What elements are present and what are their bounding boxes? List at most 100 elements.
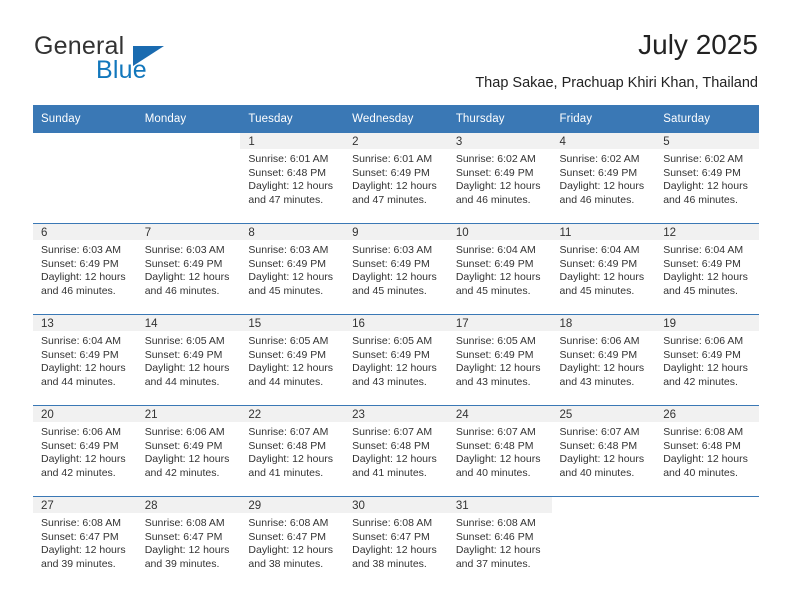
page-subtitle: Thap Sakae, Prachuap Khiri Khan, Thailan…: [475, 75, 758, 91]
sunrise-text: Sunrise: 6:07 AM: [455, 426, 536, 438]
calendar-day-cell[interactable]: 14 Sunrise: 6:05 AM Sunset: 6:49 PM Dayligh…: [136, 314, 241, 406]
daylight-text: Daylight: 12 hours and 46 minutes.: [559, 180, 645, 206]
calendar-cell-empty: [137, 133, 241, 224]
day-number: [33, 133, 137, 149]
calendar-day-cell[interactable]: 8 Sunrise: 6:03 AM Sunset: 6:49 PM Daylight…: [240, 223, 345, 315]
calendar-day-cell[interactable]: 12 Sunrise: 6:04 AM Sunset: 6:49 PM Dayligh…: [655, 223, 759, 315]
day-details: Sunrise: 6:04 AM Sunset: 6:49 PM Daylight:…: [33, 331, 137, 389]
day-cell-content: 8 Sunrise: 6:03 AM Sunset: 6:49 PM Daylight…: [240, 224, 345, 314]
day-number: 12: [655, 224, 759, 240]
day-details: Sunrise: 6:05 AM Sunset: 6:49 PM Daylight:…: [448, 331, 552, 389]
calendar-day-cell[interactable]: 23 Sunrise: 6:07 AM Sunset: 6:48 PM Dayligh…: [344, 405, 448, 497]
sunset-text: Sunset: 6:49 PM: [455, 166, 534, 179]
calendar-day-cell[interactable]: 9 Sunrise: 6:03 AM Sunset: 6:49 PM Daylight…: [344, 223, 448, 315]
day-number: 8: [240, 224, 345, 240]
day-cell-content: 17 Sunrise: 6:05 AM Sunset: 6:49 PM Dayligh…: [447, 315, 552, 405]
calendar-cell-empty: [655, 496, 759, 587]
sunset-text: Sunset: 6:46 PM: [455, 530, 534, 543]
calendar-day-cell[interactable]: 18 Sunrise: 6:06 AM Sunset: 6:49 PM Dayligh…: [551, 314, 656, 406]
calendar-day-cell[interactable]: 6 Sunrise: 6:03 AM Sunset: 6:49 PM Daylight…: [33, 223, 137, 315]
day-cell-content: 6 Sunrise: 6:03 AM Sunset: 6:49 PM Daylight…: [33, 224, 137, 314]
daylight-text: Daylight: 12 hours and 47 minutes.: [352, 180, 437, 206]
calendar-day-cell[interactable]: 17 Sunrise: 6:05 AM Sunset: 6:49 PM Dayligh…: [447, 314, 552, 406]
day-number: 28: [136, 497, 241, 513]
day-number: 23: [344, 406, 448, 422]
weekday-header-row: Sunday Monday Tuesday Wednesday Thursday…: [33, 105, 759, 133]
calendar-day-cell[interactable]: 19 Sunrise: 6:06 AM Sunset: 6:49 PM Dayligh…: [655, 314, 759, 406]
sunrise-text: Sunrise: 6:03 AM: [248, 244, 329, 256]
day-details: Sunrise: 6:02 AM Sunset: 6:49 PM Daylight:…: [655, 149, 759, 207]
sunrise-text: Sunrise: 6:03 AM: [352, 244, 433, 256]
calendar-day-cell[interactable]: 30 Sunrise: 6:08 AM Sunset: 6:47 PM Dayligh…: [344, 496, 448, 587]
daylight-text: Daylight: 12 hours and 42 minutes.: [144, 453, 230, 479]
sunrise-text: Sunrise: 6:08 AM: [248, 517, 329, 529]
calendar-day-cell[interactable]: 20 Sunrise: 6:06 AM Sunset: 6:49 PM Dayligh…: [33, 405, 137, 497]
sunrise-text: Sunrise: 6:05 AM: [144, 335, 225, 347]
day-number: 30: [344, 497, 448, 513]
day-details: Sunrise: 6:02 AM Sunset: 6:49 PM Daylight:…: [448, 149, 552, 207]
day-number: 2: [344, 133, 448, 149]
calendar-page: General Blue July 2025 Thap Sakae, Prach…: [0, 0, 792, 612]
daylight-text: Daylight: 12 hours and 45 minutes.: [663, 271, 748, 297]
sunset-text: Sunset: 6:49 PM: [352, 257, 430, 270]
sunrise-text: Sunrise: 6:06 AM: [559, 335, 640, 347]
day-details: Sunrise: 6:06 AM Sunset: 6:49 PM Daylight:…: [137, 422, 241, 480]
calendar-day-cell[interactable]: 1 Sunrise: 6:01 AM Sunset: 6:48 PM Daylight…: [240, 133, 345, 224]
day-details: Sunrise: 6:04 AM Sunset: 6:49 PM Daylight:…: [552, 240, 656, 298]
day-cell-content: 28 Sunrise: 6:08 AM Sunset: 6:47 PM Dayligh…: [136, 497, 241, 587]
calendar-day-cell[interactable]: 15 Sunrise: 6:05 AM Sunset: 6:49 PM Dayligh…: [240, 314, 345, 406]
day-number: 6: [33, 224, 137, 240]
daylight-text: Daylight: 12 hours and 45 minutes.: [352, 271, 437, 297]
day-cell-content: 10 Sunrise: 6:04 AM Sunset: 6:49 PM Dayligh…: [447, 224, 552, 314]
day-number: 16: [344, 315, 448, 331]
day-cell-content: 20 Sunrise: 6:06 AM Sunset: 6:49 PM Dayligh…: [33, 406, 137, 496]
calendar-day-cell[interactable]: 10 Sunrise: 6:04 AM Sunset: 6:49 PM Dayligh…: [447, 223, 552, 315]
sunrise-text: Sunrise: 6:01 AM: [248, 153, 329, 165]
calendar-day-cell[interactable]: 28 Sunrise: 6:08 AM Sunset: 6:47 PM Dayligh…: [136, 496, 241, 587]
sunrise-text: Sunrise: 6:04 AM: [455, 244, 536, 256]
calendar-day-cell[interactable]: 2 Sunrise: 6:01 AM Sunset: 6:49 PM Daylight…: [344, 133, 448, 224]
daylight-text: Daylight: 12 hours and 44 minutes.: [248, 362, 334, 388]
calendar-day-cell[interactable]: 21 Sunrise: 6:06 AM Sunset: 6:49 PM Dayligh…: [136, 405, 241, 497]
calendar-grid: Sunday Monday Tuesday Wednesday Thursday…: [33, 105, 759, 587]
sunset-text: Sunset: 6:49 PM: [144, 348, 223, 361]
daylight-text: Daylight: 12 hours and 41 minutes.: [352, 453, 437, 479]
calendar-day-cell[interactable]: 27 Sunrise: 6:08 AM Sunset: 6:47 PM Dayligh…: [33, 496, 137, 587]
weekday-header-friday: Friday: [551, 105, 656, 133]
calendar-day-cell[interactable]: 5 Sunrise: 6:02 AM Sunset: 6:49 PM Daylight…: [655, 133, 759, 224]
calendar-day-cell[interactable]: 25 Sunrise: 6:07 AM Sunset: 6:48 PM Dayligh…: [551, 405, 656, 497]
day-details: Sunrise: 6:06 AM Sunset: 6:49 PM Daylight:…: [655, 331, 759, 389]
day-details: Sunrise: 6:01 AM Sunset: 6:48 PM Daylight:…: [240, 149, 344, 207]
sunset-text: Sunset: 6:49 PM: [352, 166, 430, 179]
brand-logo[interactable]: General Blue: [34, 32, 264, 84]
calendar-day-cell[interactable]: 29 Sunrise: 6:08 AM Sunset: 6:47 PM Dayligh…: [240, 496, 345, 587]
calendar-day-cell[interactable]: 24 Sunrise: 6:07 AM Sunset: 6:48 PM Dayligh…: [447, 405, 552, 497]
sunset-text: Sunset: 6:47 PM: [144, 530, 223, 543]
calendar-day-cell[interactable]: 16 Sunrise: 6:05 AM Sunset: 6:49 PM Dayligh…: [344, 314, 448, 406]
daylight-text: Daylight: 12 hours and 44 minutes.: [144, 362, 230, 388]
day-details: Sunrise: 6:08 AM Sunset: 6:48 PM Daylight:…: [655, 422, 759, 480]
day-number: 10: [447, 224, 552, 240]
calendar-day-cell[interactable]: 26 Sunrise: 6:08 AM Sunset: 6:48 PM Dayligh…: [655, 405, 759, 497]
calendar-day-cell[interactable]: 31 Sunrise: 6:08 AM Sunset: 6:46 PM Dayligh…: [447, 496, 552, 587]
daylight-text: Daylight: 12 hours and 38 minutes.: [352, 544, 437, 570]
day-number: 7: [136, 224, 241, 240]
daylight-text: Daylight: 12 hours and 43 minutes.: [455, 362, 541, 388]
sunrise-text: Sunrise: 6:03 AM: [41, 244, 121, 256]
day-cell-content: [655, 497, 759, 587]
calendar-day-cell[interactable]: 11 Sunrise: 6:04 AM Sunset: 6:49 PM Dayligh…: [551, 223, 656, 315]
day-cell-content: 29 Sunrise: 6:08 AM Sunset: 6:47 PM Dayligh…: [240, 497, 345, 587]
sunset-text: Sunset: 6:49 PM: [559, 257, 638, 270]
calendar-day-cell[interactable]: 7 Sunrise: 6:03 AM Sunset: 6:49 PM Daylight…: [136, 223, 241, 315]
calendar-day-cell[interactable]: 22 Sunrise: 6:07 AM Sunset: 6:48 PM Dayligh…: [240, 405, 345, 497]
sunrise-text: Sunrise: 6:07 AM: [559, 426, 640, 438]
sunset-text: Sunset: 6:49 PM: [352, 348, 430, 361]
calendar-day-cell[interactable]: 3 Sunrise: 6:02 AM Sunset: 6:49 PM Daylight…: [447, 133, 552, 224]
calendar-day-cell[interactable]: 13 Sunrise: 6:04 AM Sunset: 6:49 PM Dayligh…: [33, 314, 137, 406]
sunset-text: Sunset: 6:48 PM: [352, 439, 430, 452]
calendar-week-row: 20 Sunrise: 6:06 AM Sunset: 6:49 PM Dayligh…: [33, 405, 759, 497]
sunrise-text: Sunrise: 6:05 AM: [455, 335, 536, 347]
day-details: Sunrise: 6:02 AM Sunset: 6:49 PM Daylight:…: [552, 149, 656, 207]
calendar-day-cell[interactable]: 4 Sunrise: 6:02 AM Sunset: 6:49 PM Daylight…: [551, 133, 656, 224]
day-details: Sunrise: 6:05 AM Sunset: 6:49 PM Daylight:…: [137, 331, 241, 389]
